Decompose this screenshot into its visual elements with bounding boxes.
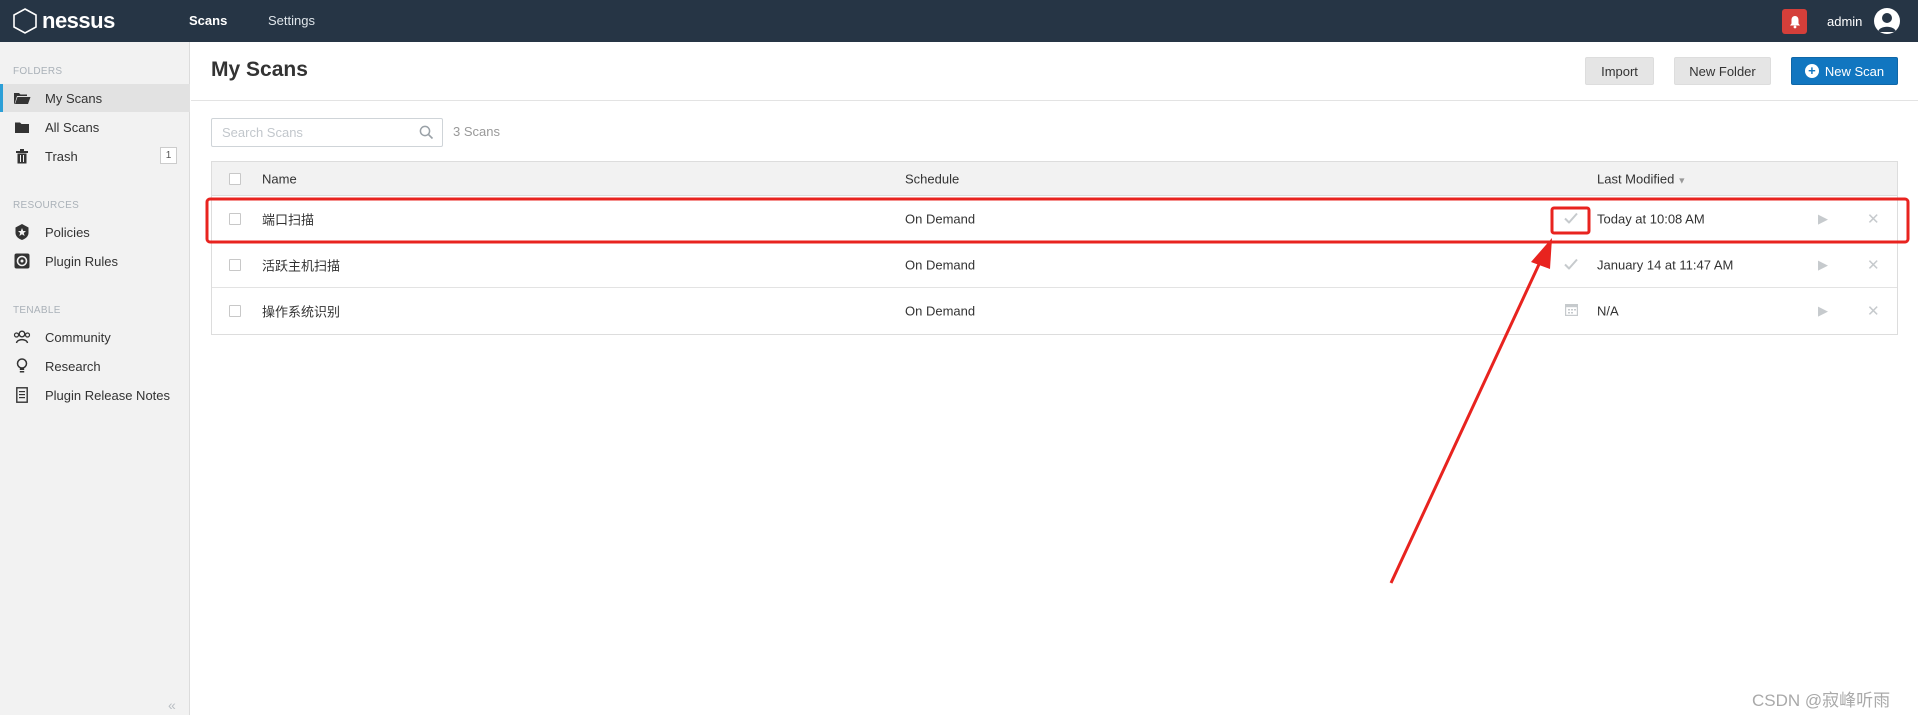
scan-name[interactable]: 操作系统识别 xyxy=(262,302,340,321)
select-all-checkbox[interactable] xyxy=(229,172,241,185)
plus-icon: + xyxy=(1804,64,1819,78)
lightbulb-icon xyxy=(13,358,31,374)
sidebar-item-label: Community xyxy=(45,329,111,345)
nessus-logo[interactable]: nessus xyxy=(12,8,115,34)
new-folder-button[interactable]: New Folder xyxy=(1674,57,1771,85)
table-row[interactable]: 活跃主机扫描 On Demand January 14 at 11:47 AM … xyxy=(212,242,1897,288)
calendar-icon xyxy=(1565,303,1579,319)
sidebar-item-plugin-release-notes[interactable]: Plugin Release Notes xyxy=(0,381,190,409)
top-navbar: nessus Scans Settings admin xyxy=(0,0,1918,42)
row-checkbox[interactable] xyxy=(229,212,241,225)
launch-play-icon[interactable]: ▶ xyxy=(1818,257,1828,273)
sidebar-item-plugin-rules[interactable]: Plugin Rules xyxy=(0,247,190,275)
column-header-schedule[interactable]: Schedule xyxy=(905,171,959,186)
sidebar-section-folders: FOLDERS xyxy=(13,66,63,77)
scan-schedule: On Demand xyxy=(905,303,976,319)
tab-scans[interactable]: Scans xyxy=(189,13,227,28)
sidebar: FOLDERS My Scans All Scans Trash 1 RESOU… xyxy=(0,42,190,715)
table-header: Name Schedule Last Modified ▼ xyxy=(212,162,1897,196)
sidebar-collapse-button[interactable]: « xyxy=(168,697,176,713)
launch-play-icon[interactable]: ▶ xyxy=(1818,303,1828,319)
delete-close-icon[interactable]: ✕ xyxy=(1867,256,1880,274)
scan-last-modified: Today at 10:08 AM xyxy=(1597,211,1705,226)
sidebar-item-label: All Scans xyxy=(45,119,100,135)
scan-name[interactable]: 端口扫描 xyxy=(262,209,314,228)
check-icon xyxy=(1564,211,1578,226)
shield-icon xyxy=(13,224,31,240)
scan-last-modified: January 14 at 11:47 AM xyxy=(1597,257,1734,272)
launch-play-icon[interactable]: ▶ xyxy=(1818,211,1828,227)
sidebar-item-label: Research xyxy=(45,358,101,374)
column-header-label: Last Modified xyxy=(1597,171,1675,186)
table-row[interactable]: 端口扫描 On Demand Today at 10:08 AM ▶ ✕ xyxy=(212,196,1897,242)
community-icon xyxy=(13,329,31,345)
user-avatar-icon[interactable] xyxy=(1874,8,1900,34)
trash-icon xyxy=(13,148,31,164)
page-title: My Scans xyxy=(211,58,308,81)
sidebar-item-trash[interactable]: Trash 1 xyxy=(0,142,190,170)
nessus-hexagon-icon xyxy=(13,8,37,34)
delete-close-icon[interactable]: ✕ xyxy=(1867,302,1880,320)
scan-name[interactable]: 活跃主机扫描 xyxy=(262,255,340,274)
sidebar-item-label: My Scans xyxy=(45,90,103,106)
row-checkbox[interactable] xyxy=(229,258,241,271)
scans-table: Name Schedule Last Modified ▼ 端口扫描 On Dem… xyxy=(211,161,1898,335)
watermark: CSDN @寂峰听雨 xyxy=(1752,691,1891,710)
notifications-button[interactable] xyxy=(1782,9,1807,34)
search-box[interactable] xyxy=(211,118,443,147)
sidebar-item-label: Policies xyxy=(45,224,90,240)
sidebar-item-policies[interactable]: Policies xyxy=(0,218,190,246)
sidebar-item-label: Plugin Rules xyxy=(45,253,118,269)
new-scan-button[interactable]: + New Scan xyxy=(1791,57,1898,85)
column-header-name[interactable]: Name xyxy=(262,171,297,186)
logo-text: nessus xyxy=(42,8,115,33)
scan-schedule: On Demand xyxy=(905,257,976,272)
trash-count-badge: 1 xyxy=(160,147,177,164)
scan-last-modified: N/A xyxy=(1597,303,1619,319)
sidebar-item-label: Trash xyxy=(45,148,78,164)
tab-settings[interactable]: Settings xyxy=(268,13,315,28)
folder-open-icon xyxy=(13,90,31,106)
sidebar-item-my-scans[interactable]: My Scans xyxy=(0,84,190,112)
annotation-overlay xyxy=(205,197,1910,584)
sidebar-section-tenable: TENABLE xyxy=(13,305,61,316)
header-divider xyxy=(191,100,1918,101)
new-scan-label: New Scan xyxy=(1824,63,1885,79)
column-header-last-modified[interactable]: Last Modified ▼ xyxy=(1597,171,1686,186)
sidebar-item-research[interactable]: Research xyxy=(0,352,190,380)
row-checkbox[interactable] xyxy=(229,305,241,317)
import-button[interactable]: Import xyxy=(1585,57,1654,85)
sidebar-item-label: Plugin Release Notes xyxy=(45,387,171,403)
check-icon xyxy=(1564,257,1578,272)
search-input[interactable] xyxy=(212,119,412,146)
notes-icon xyxy=(13,387,31,403)
sidebar-item-all-scans[interactable]: All Scans xyxy=(0,113,190,141)
folder-icon xyxy=(13,119,31,135)
search-icon[interactable] xyxy=(419,125,434,145)
scan-count: 3 Scans xyxy=(453,124,500,139)
sidebar-item-community[interactable]: Community xyxy=(0,323,190,351)
user-name[interactable]: admin xyxy=(1827,14,1862,29)
sort-desc-icon: ▼ xyxy=(1677,175,1687,185)
sidebar-section-resources: RESOURCES xyxy=(13,200,80,211)
plugin-rules-icon xyxy=(13,253,31,269)
bell-icon xyxy=(1789,15,1800,28)
delete-close-icon[interactable]: ✕ xyxy=(1867,210,1880,228)
scan-schedule: On Demand xyxy=(905,211,976,226)
table-row[interactable]: 操作系统识别 On Demand N/A ▶ ✕ xyxy=(212,288,1897,334)
